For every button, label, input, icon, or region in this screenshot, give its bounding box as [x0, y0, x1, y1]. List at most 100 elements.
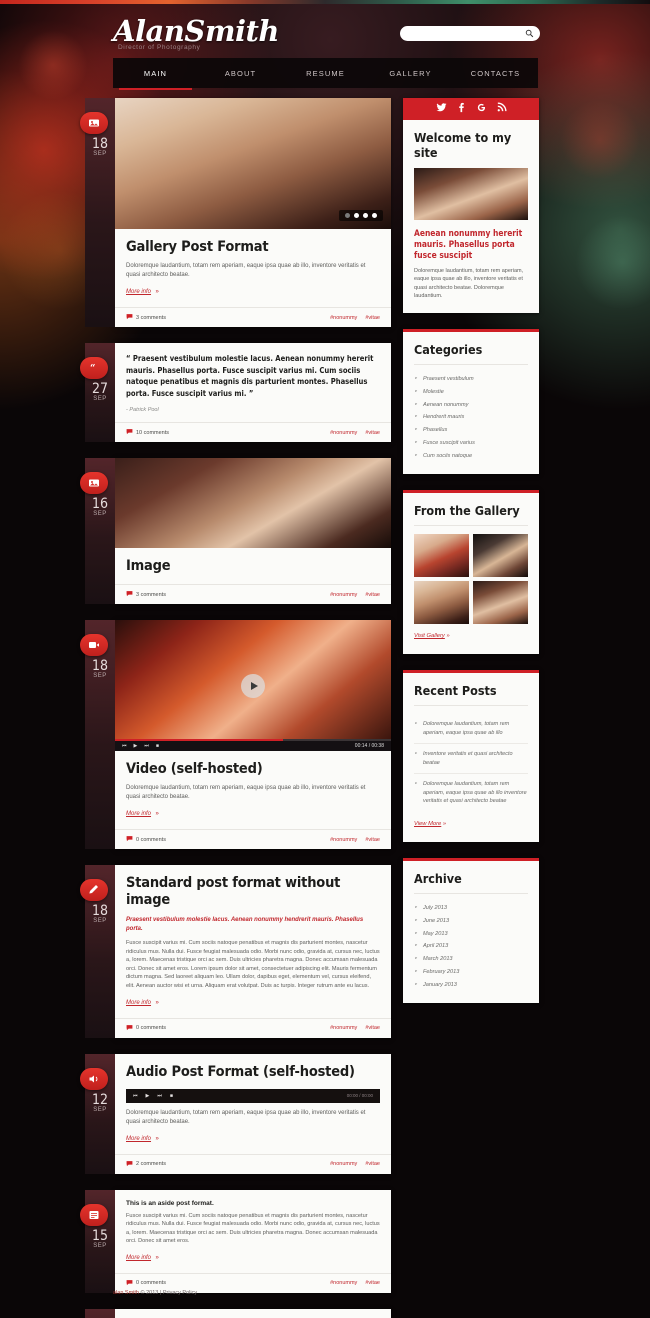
nav-item-resume[interactable]: RESUME	[283, 58, 368, 88]
archive-item[interactable]: January 2013	[414, 978, 528, 991]
post-image[interactable]	[115, 458, 391, 548]
category-item[interactable]: Cum sociis natoque	[414, 449, 528, 462]
post-tag[interactable]: #vitae	[365, 1161, 380, 1167]
rss-icon[interactable]	[496, 100, 507, 118]
post-type-badge-quote[interactable]: “	[80, 357, 108, 379]
more-info-link[interactable]: More info	[126, 1136, 151, 1142]
category-item[interactable]: Praesent vestibulum	[414, 373, 528, 386]
post-tag[interactable]: #vitae	[365, 592, 380, 598]
gallery-dot[interactable]	[345, 213, 350, 218]
more-info-link[interactable]: More info	[126, 1255, 151, 1261]
twitter-icon[interactable]	[435, 100, 447, 118]
archive-item[interactable]: March 2013	[414, 953, 528, 966]
audio-player[interactable]: ⏮ ▶ ⏭ ■ 00:00 / 00:00	[126, 1088, 380, 1103]
nav-item-gallery[interactable]: GALLERY	[368, 58, 453, 88]
visit-gallery-link[interactable]: Visit Gallery	[414, 633, 445, 639]
post-gallery-image[interactable]	[115, 98, 391, 229]
search-icon[interactable]	[525, 29, 534, 38]
gallery-dot[interactable]	[363, 213, 368, 218]
gallery-thumbnail[interactable]	[473, 581, 528, 625]
post-title[interactable]: Video (self-hosted)	[126, 761, 380, 778]
post-title[interactable]: This is an aside post format.	[126, 1200, 380, 1207]
post-tag[interactable]: #nonummy	[330, 1025, 357, 1031]
archive-item[interactable]: April 2013	[414, 940, 528, 953]
site-logo[interactable]: AlanSmith	[113, 14, 280, 48]
social-links[interactable]	[403, 98, 539, 120]
video-next-icon[interactable]: ⏭	[144, 743, 149, 749]
video-stop-icon[interactable]: ■	[156, 743, 159, 749]
post-tag[interactable]: #vitae	[365, 1025, 380, 1031]
footer-brand[interactable]: alan Smith	[113, 1290, 139, 1296]
comments-count[interactable]: 10 comments	[126, 428, 169, 437]
post-type-badge-standard[interactable]	[80, 879, 108, 901]
nav-item-main[interactable]: MAIN	[113, 58, 198, 90]
archive-item[interactable]: February 2013	[414, 966, 528, 979]
gallery-dot-active[interactable]	[354, 213, 359, 218]
footer-privacy-link[interactable]: Privacy Policy	[163, 1290, 197, 1296]
gallery-thumbnail[interactable]	[473, 534, 528, 578]
comments-count[interactable]: 3 comments	[126, 313, 166, 322]
post-type-badge-video[interactable]	[80, 634, 108, 656]
comments-count[interactable]: 3 comments	[126, 590, 166, 599]
nav-item-contacts[interactable]: CONTACTS	[453, 58, 538, 88]
comments-count[interactable]: 0 comments	[126, 1024, 166, 1033]
gallery-dot[interactable]	[372, 213, 377, 218]
google-plus-icon[interactable]	[476, 100, 487, 118]
post-title[interactable]: Standard post format without image	[126, 875, 380, 909]
main-navigation[interactable]: MAIN ABOUT RESUME GALLERY CONTACTS	[113, 58, 538, 90]
post-tag[interactable]: #nonummy	[330, 1280, 357, 1286]
more-info-link[interactable]: More info	[126, 811, 151, 817]
category-item[interactable]: Aenean nonummy	[414, 398, 528, 411]
post-tag[interactable]: #vitae	[365, 315, 380, 321]
post-type-badge-image[interactable]	[80, 472, 108, 494]
post-tag[interactable]: #nonummy	[330, 430, 357, 436]
play-button-icon[interactable]	[241, 673, 265, 698]
audio-prev-icon[interactable]: ⏮	[133, 1093, 138, 1099]
recent-post-item[interactable]: Doloremque laudantium, totam rem aperiam…	[414, 774, 528, 812]
post-tag[interactable]: #nonummy	[330, 837, 357, 843]
audio-stop-icon[interactable]: ■	[170, 1093, 173, 1099]
post-tag[interactable]: #vitae	[365, 837, 380, 843]
post-tag[interactable]: #nonummy	[330, 1161, 357, 1167]
post-title[interactable]: Gallery Post Format	[126, 239, 380, 256]
post-video[interactable]: ⏮ ▶ ⏭ ■ 00:14 / 00:38	[115, 620, 391, 751]
category-item[interactable]: Molestie	[414, 385, 528, 398]
post-tag[interactable]: #vitae	[365, 1280, 380, 1286]
search-input[interactable]	[400, 26, 540, 41]
gallery-thumbnail[interactable]	[414, 534, 469, 578]
category-item[interactable]: Phasellus	[414, 424, 528, 437]
category-item[interactable]: Fusce suscipit varius	[414, 437, 528, 450]
archive-item[interactable]: July 2013	[414, 902, 528, 915]
video-prev-icon[interactable]: ⏮	[122, 743, 127, 749]
audio-next-icon[interactable]: ⏭	[157, 1093, 162, 1099]
recent-post-item[interactable]: Doloremque laudantium, totam rem aperiam…	[414, 714, 528, 745]
post-title[interactable]: Image	[126, 558, 380, 575]
video-play-icon[interactable]: ▶	[134, 743, 138, 749]
nav-item-about[interactable]: ABOUT	[198, 58, 283, 88]
post-type-badge-audio[interactable]	[80, 1067, 108, 1090]
comments-count[interactable]: 0 comments	[126, 1279, 166, 1288]
category-item[interactable]: Hendrerit mauris	[414, 411, 528, 424]
recent-post-item[interactable]: Inventore veritatis et quasi architecto …	[414, 744, 528, 775]
more-info-link[interactable]: More info	[126, 289, 151, 295]
video-controls[interactable]: ⏮ ▶ ⏭ ■ 00:14 / 00:38	[115, 739, 391, 751]
post-type-badge-aside[interactable]	[80, 1203, 108, 1226]
archive-item[interactable]: May 2013	[414, 927, 528, 940]
audio-play-icon[interactable]: ▶	[146, 1093, 150, 1099]
facebook-icon[interactable]	[456, 100, 467, 118]
more-info-link[interactable]: More info	[126, 1000, 151, 1006]
view-more-link[interactable]: View More	[414, 821, 441, 827]
comment-icon	[126, 428, 133, 437]
archive-item[interactable]: June 2013	[414, 914, 528, 927]
gallery-dots[interactable]	[339, 210, 383, 221]
gallery-thumbnail[interactable]	[414, 581, 469, 625]
post-tag[interactable]: #nonummy	[330, 592, 357, 598]
post-title[interactable]: Audio Post Format (self-hosted)	[126, 1064, 380, 1081]
post-type-badge-gallery[interactable]	[80, 112, 108, 134]
post-tag[interactable]: #vitae	[365, 430, 380, 436]
post-tag[interactable]: #nonummy	[330, 315, 357, 321]
search-box[interactable]	[400, 26, 540, 41]
comments-count[interactable]: 0 comments	[126, 835, 166, 844]
video-control-bar[interactable]: ⏮ ▶ ⏭ ■ 00:14 / 00:38	[115, 741, 391, 751]
comments-count[interactable]: 2 comments	[126, 1160, 166, 1169]
